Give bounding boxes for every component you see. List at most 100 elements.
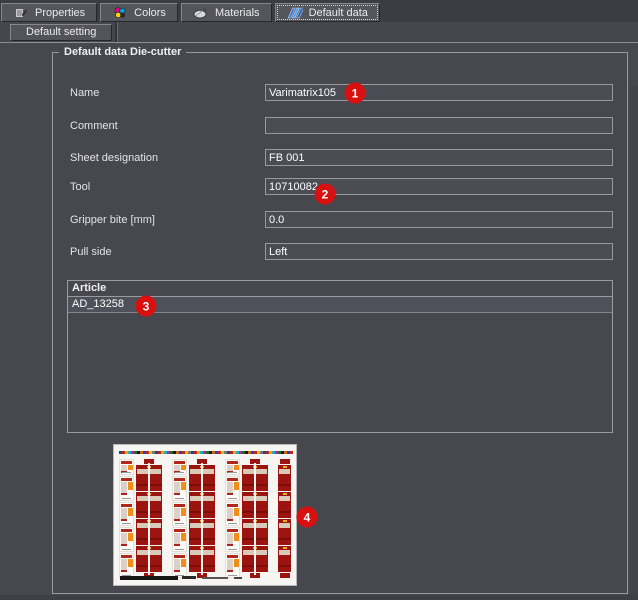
carton-panel: [225, 502, 240, 527]
comment-label: Comment: [70, 120, 118, 132]
panel-text-speck: [283, 493, 287, 495]
panel-orange-block: [128, 559, 133, 567]
carton-panel: [119, 527, 134, 552]
panel-orange-block: [128, 508, 133, 516]
tab-label: Properties: [35, 7, 85, 19]
carton-panel: [225, 459, 240, 475]
panel-title-bar: [227, 504, 238, 507]
carton-panel: [172, 476, 187, 501]
tab-label: Colors: [134, 7, 166, 19]
carton-panel: [119, 553, 134, 578]
panel-photo: [174, 533, 180, 546]
panel-photo: [121, 533, 127, 546]
tab-label: Materials: [215, 7, 260, 19]
panel-barcode-line: [228, 498, 237, 499]
red-carton-column: [136, 459, 162, 579]
panel-photo: [174, 508, 180, 521]
annotation-badge-1: 1: [345, 83, 366, 104]
tab-default-data[interactable]: Default data: [275, 3, 380, 22]
carton-panel: [225, 553, 240, 578]
glue-tab: [280, 573, 290, 578]
red-carton-column: [278, 459, 291, 579]
red-panel: [278, 465, 291, 491]
tab-colors[interactable]: Colors: [100, 3, 178, 22]
article-table-header: Article: [68, 281, 612, 297]
panel-orange-block: [234, 559, 239, 567]
gripper-bite-mm-field[interactable]: [265, 211, 613, 228]
panel-title-bar: [121, 529, 132, 532]
panel-title-bar: [174, 504, 185, 507]
panel-orange-block: [234, 508, 239, 516]
name-field[interactable]: [265, 84, 613, 101]
panel-shadow-line: [278, 538, 291, 540]
panel-barcode-line: [122, 549, 131, 550]
panel-orange-block: [234, 465, 239, 470]
panel-barcode-line: [228, 472, 237, 473]
groupbox-title: Default data Die-cutter: [59, 46, 186, 58]
color-patch: [290, 451, 293, 454]
red-panel: [278, 519, 291, 545]
panel-photo: [227, 559, 233, 572]
annotation-badge-4: 4: [297, 507, 318, 528]
carton-panel: [119, 476, 134, 501]
subtab-default-setting[interactable]: Default setting: [10, 24, 112, 41]
panel-orange-block: [181, 559, 186, 567]
comment-field[interactable]: [265, 117, 613, 134]
pull-side-field[interactable]: [265, 243, 613, 260]
carton-panel: [225, 527, 240, 552]
sheet-registration-marks: [120, 576, 178, 580]
app-root: Properties Colors Materials Default data De…: [0, 0, 638, 600]
panel-title-bar: [121, 478, 132, 481]
materials-icon: [193, 6, 209, 19]
panel-photo: [227, 482, 233, 495]
panel-orange-block: [181, 465, 186, 470]
tab-bar: Properties Colors Materials Default data: [0, 0, 638, 22]
carton-panel: [172, 502, 187, 527]
carton-artwork-column: [119, 459, 134, 579]
panel-photo-band: [279, 550, 290, 555]
panel-barcode-line: [228, 549, 237, 550]
panel-barcode-line: [122, 472, 131, 473]
subtab-separator: [115, 22, 118, 42]
panel-shadow-line: [278, 484, 291, 486]
sheet-designation-field[interactable]: [265, 149, 613, 166]
panel-photo: [121, 559, 127, 572]
subtab-bar: Default setting: [0, 22, 638, 43]
properties-icon: [13, 6, 29, 19]
panel-orange-block: [128, 482, 133, 490]
sheet-registration-marks: [234, 577, 242, 579]
tool-label: Tool: [70, 181, 90, 193]
annotation-badge-2: 2: [315, 184, 336, 205]
panel-title-bar: [227, 555, 238, 558]
panel-barcode-line: [122, 498, 131, 499]
carton-panel: [119, 502, 134, 527]
tab-label: Default data: [309, 7, 368, 19]
tab-properties[interactable]: Properties: [1, 3, 97, 22]
column-gutter: [268, 459, 278, 579]
red-panel: [278, 492, 291, 518]
gripper-bite-mm-label: Gripper bite [mm]: [70, 214, 155, 226]
column-gutter: [162, 459, 172, 579]
panel-barcode-line: [122, 523, 131, 524]
red-carton-column: [242, 459, 268, 579]
panel-orange-block: [128, 533, 133, 541]
panel-photo-band: [279, 496, 290, 501]
panel-photo: [227, 533, 233, 546]
carton-panel: [225, 476, 240, 501]
panel-photo: [174, 559, 180, 572]
red-carton-column: [189, 459, 215, 579]
panel-photo-band: [279, 523, 290, 528]
panel-photo: [121, 482, 127, 495]
tab-materials[interactable]: Materials: [181, 3, 272, 22]
panel-barcode-line: [175, 549, 184, 550]
panel-orange-block: [181, 508, 186, 516]
panel-orange-block: [234, 533, 239, 541]
carton-artwork-column: [225, 459, 240, 579]
panel-title-bar: [121, 461, 132, 464]
panel-title-bar: [121, 555, 132, 558]
bottom-strip: [0, 595, 638, 600]
carton-panel: [172, 527, 187, 552]
panel-text-speck: [283, 547, 287, 549]
default-data-icon: [287, 6, 303, 19]
red-panel: [278, 546, 291, 572]
